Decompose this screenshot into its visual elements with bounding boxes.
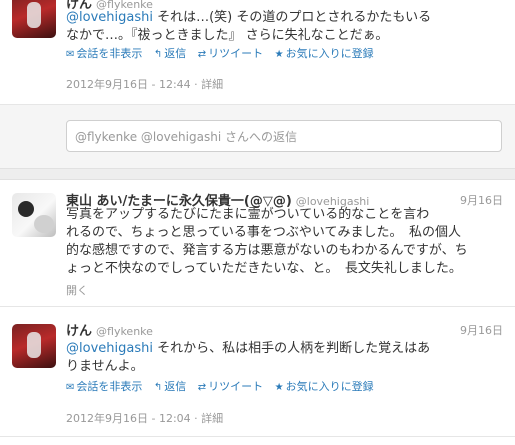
tweet-text: 写真をアップするたびにたまに霊がついている的なことを言わ れるので、ちょっと思っ…: [66, 206, 511, 278]
reply-label: 返信: [164, 380, 187, 393]
tweet-text-line: それは…(笑) その道のプロとされるかたもいる: [152, 10, 432, 25]
speech-bubble-icon: ✉: [66, 382, 75, 393]
tweet-datetime[interactable]: 2012年9月16日 - 12:04: [66, 412, 191, 425]
avatar[interactable]: [12, 193, 56, 237]
divider: [0, 306, 515, 307]
reply-arrow-icon: ↰: [153, 382, 163, 393]
tweet-text-line: それから、私は相手の人柄を判断した覚えはあ: [152, 341, 431, 356]
hide-conversation-label: 会話を非表示: [76, 47, 143, 60]
section-gap: [0, 168, 515, 180]
reply-button[interactable]: ↰ 返信: [154, 380, 186, 393]
tweet-text: @lovehigashi それから、私は相手の人柄を判断した覚えはあ りませんよ…: [66, 340, 506, 376]
retweet-button[interactable]: ⇄ リツイート: [198, 47, 263, 60]
expand-link[interactable]: 開く: [66, 282, 88, 298]
avatar[interactable]: [12, 324, 56, 368]
details-link[interactable]: 詳細: [201, 412, 223, 425]
tweet-header: けん @flykenke: [66, 320, 153, 339]
hide-conversation-label: 会話を非表示: [76, 380, 143, 393]
favorite-label: お気に入りに登録: [285, 380, 374, 393]
hide-conversation-button[interactable]: ✉ 会話を非表示: [66, 47, 142, 60]
favorite-button[interactable]: ★ お気に入りに登録: [275, 47, 374, 60]
user-name[interactable]: けん: [66, 324, 92, 339]
reply-label: 返信: [164, 47, 187, 60]
hide-conversation-button[interactable]: ✉ 会話を非表示: [66, 380, 142, 393]
mention-link[interactable]: @lovehigashi: [66, 10, 153, 25]
divider: [0, 104, 515, 105]
tweet-meta: 2012年9月16日 - 12:44 · 詳細: [66, 78, 224, 91]
user-handle[interactable]: @flykenke: [96, 325, 153, 338]
retweet-label: リツイート: [208, 47, 264, 60]
avatar[interactable]: [12, 0, 56, 38]
tweet-text-line: りませんよ。: [66, 359, 144, 374]
retweet-icon: ⇄: [197, 49, 207, 60]
tweet-text-line: なかで…。『祓っときました』 さらに失礼なことだぁ。: [66, 28, 389, 43]
mention-link[interactable]: @lovehigashi: [66, 341, 153, 356]
tweet-text: @lovehigashi それは…(笑) その道のプロとされるかたもいる なかで…: [66, 9, 506, 45]
favorite-button[interactable]: ★ お気に入りに登録: [275, 380, 374, 393]
details-link[interactable]: 詳細: [201, 78, 223, 91]
tweet-text-line: れるので、ちょっと思っている事をつぶやいてみました。 私の個人: [66, 225, 461, 240]
divider: [0, 436, 515, 437]
retweet-button[interactable]: ⇄ リツイート: [198, 380, 263, 393]
tweet-actions: ✉ 会話を非表示 ↰ 返信 ⇄ リツイート ★ お気に入りに登録: [66, 378, 382, 394]
tweet-text-line: 的な感想ですので、発言する方は悪意がないのもわかるんですが、ち: [66, 243, 468, 258]
reply-input[interactable]: @flykenke @lovehigashi さんへの返信: [66, 120, 502, 152]
speech-bubble-icon: ✉: [66, 49, 75, 60]
star-icon: ★: [274, 49, 284, 60]
tweet-meta: 2012年9月16日 - 12:04 · 詳細: [66, 412, 224, 425]
favorite-label: お気に入りに登録: [285, 47, 374, 60]
reply-arrow-icon: ↰: [153, 49, 163, 60]
retweet-label: リツイート: [208, 380, 264, 393]
retweet-icon: ⇄: [197, 382, 207, 393]
tweet-time[interactable]: 9月16日: [460, 322, 503, 338]
tweet-actions: ✉ 会話を非表示 ↰ 返信 ⇄ リツイート ★ お気に入りに登録: [66, 45, 382, 61]
star-icon: ★: [274, 382, 284, 393]
tweet-text-line: ょっと不快なのでしっていただきたいな、と。 長文失礼しました。: [66, 261, 462, 276]
tweet-datetime[interactable]: 2012年9月16日 - 12:44: [66, 78, 191, 91]
tweet-text-line: 写真をアップするたびにたまに霊がついている的なことを言わ: [66, 207, 430, 222]
reply-button[interactable]: ↰ 返信: [154, 47, 186, 60]
